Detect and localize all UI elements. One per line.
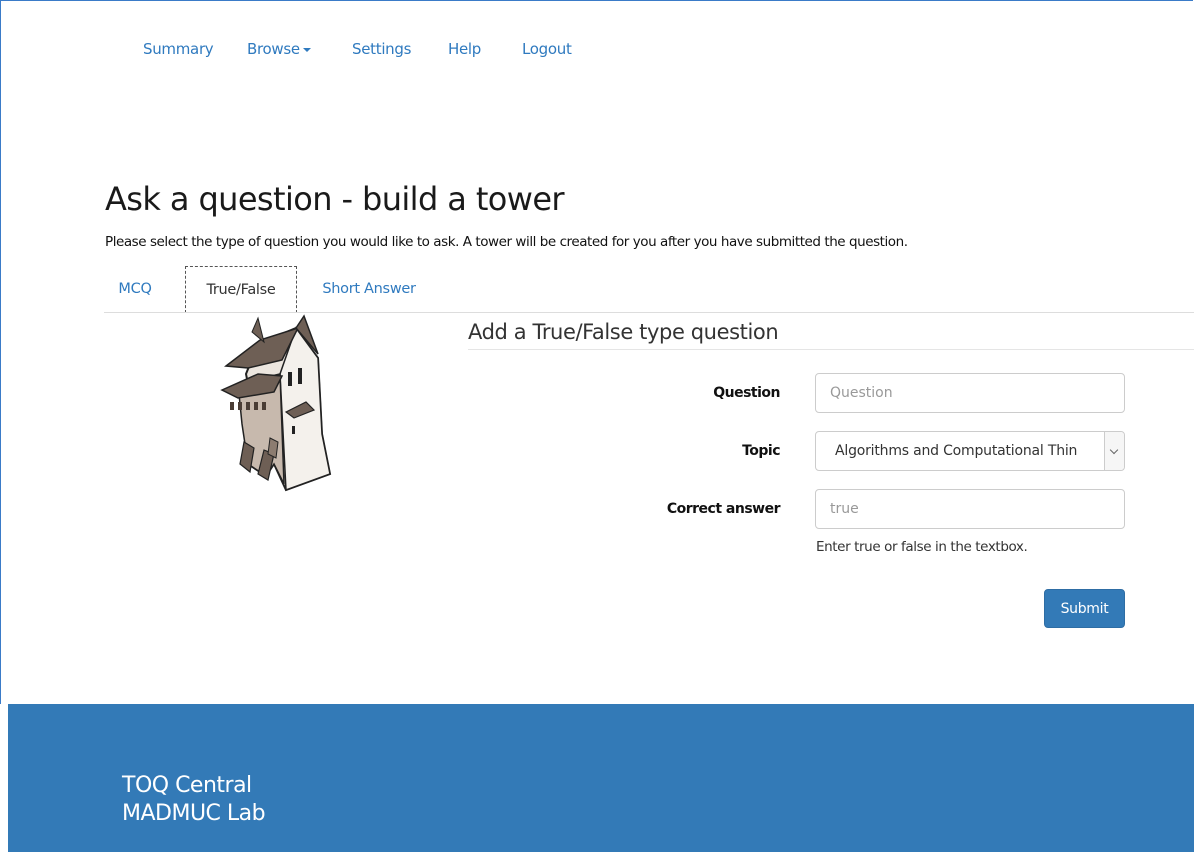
nav-browse-label: Browse — [247, 40, 300, 58]
nav-summary-link[interactable]: Summary — [143, 40, 214, 58]
topic-select-toggle[interactable] — [1104, 432, 1124, 470]
tab-true-false[interactable]: True/False — [185, 266, 297, 313]
tab-mcq[interactable]: MCQ — [105, 266, 165, 312]
question-input[interactable] — [815, 373, 1125, 413]
page-description: Please select the type of question you w… — [105, 234, 908, 250]
correct-answer-input[interactable] — [815, 489, 1125, 529]
footer: TOQ Central MADMUC Lab — [8, 704, 1194, 852]
form-title-divider — [468, 349, 1194, 350]
tower-illustration — [220, 314, 332, 492]
topic-selected-value: Algorithms and Computational Thin — [835, 443, 1078, 459]
tab-short-answer[interactable]: Short Answer — [308, 266, 430, 312]
page-title: Ask a question - build a tower — [105, 180, 565, 218]
caret-down-icon — [302, 47, 311, 52]
submit-button[interactable]: Submit — [1044, 589, 1125, 628]
topic-select[interactable]: Algorithms and Computational Thin — [815, 431, 1125, 471]
chevron-down-icon — [1109, 445, 1119, 455]
tabs-divider — [104, 312, 1194, 313]
form-title: Add a True/False type question — [468, 320, 779, 344]
nav-settings-link[interactable]: Settings — [352, 40, 411, 58]
nav-help-link[interactable]: Help — [448, 40, 481, 58]
nav-logout-link[interactable]: Logout — [522, 40, 572, 58]
correct-answer-help: Enter true or false in the textbox. — [816, 539, 1028, 555]
nav-browse-dropdown[interactable]: Browse — [247, 40, 311, 58]
topic-label: Topic — [742, 443, 780, 459]
footer-site-name: TOQ Central — [122, 773, 252, 798]
window-frame — [0, 0, 1193, 704]
footer-lab-name: MADMUC Lab — [122, 801, 266, 826]
question-label: Question — [713, 385, 780, 401]
correct-answer-label: Correct answer — [666, 501, 781, 517]
